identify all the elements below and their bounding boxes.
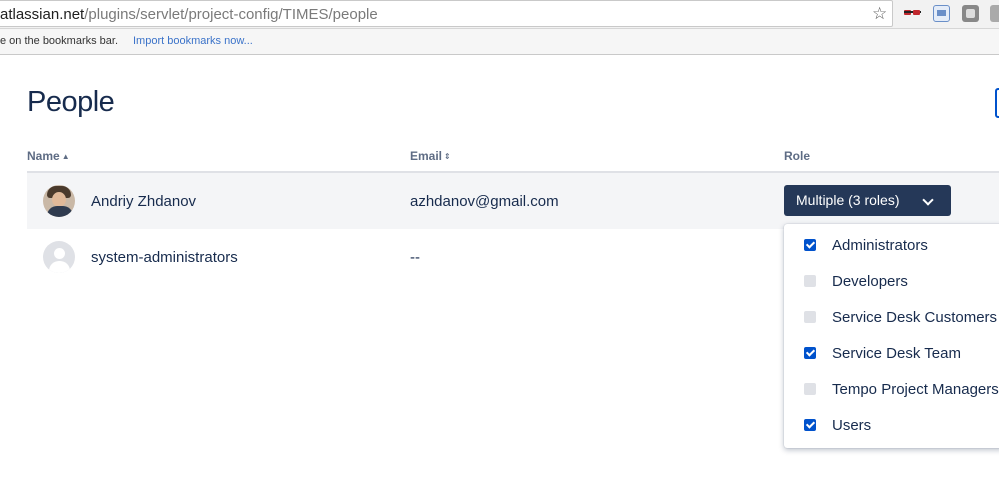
chevron-down-icon xyxy=(922,194,934,206)
bookmark-star-icon[interactable]: ☆ xyxy=(872,4,887,24)
role-option-label: Administrators xyxy=(832,237,928,254)
checkbox[interactable] xyxy=(804,311,816,323)
checkbox[interactable] xyxy=(804,347,816,359)
role-option-tempo-project-managers[interactable]: Tempo Project Managers xyxy=(784,372,999,408)
checkbox[interactable] xyxy=(804,419,816,431)
role-option-administrators[interactable]: Administrators xyxy=(784,228,999,264)
role-option-service-desk-team[interactable]: Service Desk Team xyxy=(784,336,999,372)
sort-ascending-icon: ▲ xyxy=(61,152,70,161)
url-host: atlassian.net xyxy=(0,6,85,23)
role-option-developers[interactable]: Developers xyxy=(784,264,999,300)
role-option-label: Developers xyxy=(832,273,908,290)
user-name: Andriy Zhdanov xyxy=(91,193,197,210)
role-option-label: Users xyxy=(832,417,872,434)
group-name: system-administrators xyxy=(91,249,238,266)
checkbox[interactable] xyxy=(804,239,816,251)
bookmarks-bar: e on the bookmarks bar. Import bookmarks… xyxy=(0,29,999,55)
column-header-name[interactable]: Name ▲ xyxy=(27,149,70,163)
mask-extension-icon[interactable] xyxy=(904,5,921,22)
column-header-email-label: Email xyxy=(410,149,443,163)
role-option-label: Service Desk Team xyxy=(832,345,961,362)
sort-icon: ⇕ xyxy=(444,152,451,161)
checkbox[interactable] xyxy=(804,275,816,287)
role-option-users[interactable]: Users xyxy=(784,408,999,444)
role-select-button[interactable]: Multiple (3 roles) xyxy=(784,185,951,216)
url-text[interactable]: atlassian.net/plugins/servlet/project-co… xyxy=(0,6,378,23)
add-people-button-partial[interactable] xyxy=(995,88,999,118)
extension-icon[interactable] xyxy=(962,5,979,22)
role-select-label: Multiple (3 roles) xyxy=(796,192,900,208)
column-header-role-label: Role xyxy=(784,149,811,163)
address-bar[interactable]: atlassian.net/plugins/servlet/project-co… xyxy=(0,0,893,27)
bookmarks-hint-text: e on the bookmarks bar. xyxy=(0,35,119,47)
column-header-email[interactable]: Email ⇕ xyxy=(410,149,451,163)
browser-toolbar: atlassian.net/plugins/servlet/project-co… xyxy=(0,0,999,29)
screenshot-extension-icon[interactable] xyxy=(933,5,950,22)
import-bookmarks-link[interactable]: Import bookmarks now... xyxy=(133,29,253,54)
group-email: -- xyxy=(410,249,420,266)
user-email: azhdanov@gmail.com xyxy=(410,193,559,210)
role-dropdown: Administrators Developers Service Desk C… xyxy=(784,224,999,448)
column-header-role: Role xyxy=(784,149,810,163)
page-title: People xyxy=(27,86,115,118)
role-option-service-desk-customers[interactable]: Service Desk Customers xyxy=(784,300,999,336)
default-avatar-icon xyxy=(43,241,75,273)
role-option-label: Tempo Project Managers xyxy=(832,381,999,398)
checkbox[interactable] xyxy=(804,383,816,395)
url-path: /plugins/servlet/project-config/TIMES/pe… xyxy=(84,6,378,23)
column-header-name-label: Name xyxy=(27,149,60,163)
avatar xyxy=(43,185,75,217)
extension-icon-partial[interactable] xyxy=(990,5,999,22)
role-option-label: Service Desk Customers xyxy=(832,309,998,326)
